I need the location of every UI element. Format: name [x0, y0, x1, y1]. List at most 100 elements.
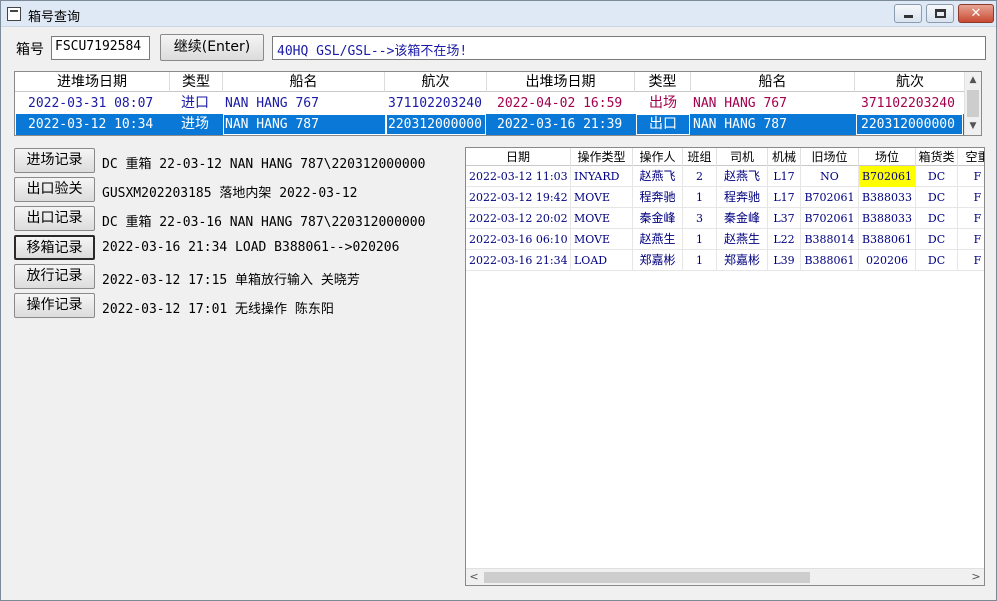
op-date: 2022-03-16 21:34 — [466, 250, 571, 271]
op-operator: 赵燕生 — [633, 229, 683, 250]
col-out-date[interactable]: 出堆场日期 — [487, 72, 635, 92]
col-cargo-class[interactable]: 箱货类 — [916, 148, 958, 166]
scroll-down-icon[interactable]: ▼ — [965, 118, 981, 134]
operation-record-text: 2022-03-12 17:01 无线操作 陈东阳 — [102, 302, 334, 317]
col-op-type[interactable]: 操作类型 — [571, 148, 633, 166]
op-machine: L17 — [768, 166, 801, 187]
col-empty-full[interactable]: 空重 — [958, 148, 984, 166]
title-bar[interactable]: 箱号查询 ✕ — [1, 1, 996, 27]
scroll-up-icon[interactable]: ▲ — [965, 72, 981, 88]
col-out-type[interactable]: 类型 — [635, 72, 691, 92]
export-customs-button[interactable]: 出口验关 — [14, 177, 95, 202]
scroll-thumb[interactable] — [484, 572, 810, 583]
in-type: 进场 — [181, 116, 209, 132]
col-in-voyage[interactable]: 航次 — [385, 72, 487, 92]
in-voyage: 371102203240 — [388, 96, 482, 111]
continue-button[interactable]: 继续(Enter) — [160, 34, 264, 61]
horizontal-scrollbar[interactable]: < > — [466, 568, 984, 585]
yard-history-header: 进堆场日期 类型 船名 航次 出堆场日期 类型 船名 航次 — [15, 72, 965, 92]
op-machine: L17 — [768, 187, 801, 208]
op-team: 1 — [683, 187, 717, 208]
out-type: 出场 — [649, 95, 677, 111]
close-icon: ✕ — [970, 6, 982, 21]
yard-history-row-selected[interactable]: 2022-03-12 10:34 进场 NAN HANG 787 2203120… — [16, 114, 964, 135]
col-in-type[interactable]: 类型 — [170, 72, 223, 92]
op-cargo-class: DC — [916, 166, 958, 187]
op-empty-full: F — [958, 250, 984, 271]
col-driver[interactable]: 司机 — [717, 148, 768, 166]
col-operator[interactable]: 操作人 — [633, 148, 683, 166]
op-date: 2022-03-12 11:03 — [466, 166, 571, 187]
op-type: INYARD — [571, 166, 633, 187]
move-record-button[interactable]: 移箱记录 — [14, 235, 95, 260]
scroll-left-icon[interactable]: < — [466, 569, 482, 585]
op-driver: 赵燕飞 — [717, 166, 768, 187]
op-type: MOVE — [571, 187, 633, 208]
op-driver: 郑嘉彬 — [717, 250, 768, 271]
op-old-slot: B388061 — [801, 250, 859, 271]
operation-row[interactable]: 2022-03-12 19:42 MOVE 程奔驰 1 程奔驰 L17 B702… — [466, 187, 984, 208]
op-team: 1 — [683, 250, 717, 271]
col-out-vessel[interactable]: 船名 — [691, 72, 855, 92]
op-old-slot: B702061 — [801, 208, 859, 229]
operation-row[interactable]: 2022-03-16 06:10 MOVE 赵燕生 1 赵燕生 L22 B388… — [466, 229, 984, 250]
col-in-vessel[interactable]: 船名 — [223, 72, 385, 92]
op-team: 1 — [683, 229, 717, 250]
col-in-date[interactable]: 进堆场日期 — [15, 72, 170, 92]
op-machine: L22 — [768, 229, 801, 250]
operation-row[interactable]: 2022-03-12 20:02 MOVE 秦金峰 3 秦金峰 L37 B702… — [466, 208, 984, 229]
op-operator: 赵燕飞 — [633, 166, 683, 187]
minimize-button[interactable] — [894, 4, 922, 23]
op-operator: 程奔驰 — [633, 187, 683, 208]
col-date[interactable]: 日期 — [466, 148, 571, 166]
operation-row[interactable]: 2022-03-12 11:03 INYARD 赵燕飞 2 赵燕飞 L17 NO… — [466, 166, 984, 187]
op-driver: 赵燕生 — [717, 229, 768, 250]
op-empty-full: F — [958, 208, 984, 229]
op-slot: B388033 — [859, 208, 916, 229]
export-record-text: DC 重箱 22-03-16 NAN HANG 787\220312000000 — [102, 215, 426, 230]
op-date: 2022-03-12 19:42 — [466, 187, 571, 208]
out-date: 2022-04-02 16:59 — [497, 96, 623, 111]
op-old-slot: B388014 — [801, 229, 859, 250]
op-cargo-class: DC — [916, 250, 958, 271]
yard-history-row[interactable]: 2022-03-31 08:07 进口 NAN HANG 767 3711022… — [16, 93, 964, 114]
in-type: 进口 — [181, 95, 209, 111]
operation-row[interactable]: 2022-03-16 21:34 LOAD 郑嘉彬 1 郑嘉彬 L39 B388… — [466, 250, 984, 271]
op-slot: B388061 — [859, 229, 916, 250]
out-voyage: 220312000000 — [856, 114, 963, 135]
op-operator: 郑嘉彬 — [633, 250, 683, 271]
scroll-thumb[interactable] — [967, 90, 979, 117]
container-number-input[interactable]: FSCU7192584 — [51, 36, 150, 60]
col-machine[interactable]: 机械 — [768, 148, 801, 166]
col-slot[interactable]: 场位 — [859, 148, 916, 166]
yard-history-list[interactable]: 进堆场日期 类型 船名 航次 出堆场日期 类型 船名 航次 2022-03-31… — [14, 71, 982, 136]
op-type: MOVE — [571, 229, 633, 250]
export-record-button[interactable]: 出口记录 — [14, 206, 95, 231]
op-cargo-class: DC — [916, 187, 958, 208]
scroll-right-icon[interactable]: > — [968, 569, 984, 585]
op-slot: 020206 — [859, 250, 916, 271]
maximize-icon — [935, 9, 946, 18]
window: 箱号查询 ✕ 箱号 FSCU7192584 继续(Enter) 40HQ GSL… — [0, 0, 997, 601]
export-customs-text: GUSXM202203185 落地内架 2022-03-12 — [102, 186, 358, 201]
entry-record-button[interactable]: 进场记录 — [14, 148, 95, 173]
op-old-slot: B702061 — [801, 187, 859, 208]
in-vessel: NAN HANG 787 — [223, 114, 386, 135]
op-cargo-class: DC — [916, 229, 958, 250]
col-old-slot[interactable]: 旧场位 — [801, 148, 859, 166]
minimize-icon — [904, 15, 913, 18]
col-team[interactable]: 班组 — [683, 148, 717, 166]
col-out-voyage[interactable]: 航次 — [855, 72, 965, 92]
operation-grid[interactable]: 日期 操作类型 操作人 班组 司机 机械 旧场位 场位 箱货类 空重 2022-… — [465, 147, 985, 586]
release-record-button[interactable]: 放行记录 — [14, 264, 95, 289]
op-machine: L37 — [768, 208, 801, 229]
op-empty-full: F — [958, 187, 984, 208]
close-button[interactable]: ✕ — [958, 4, 994, 23]
operation-record-button[interactable]: 操作记录 — [14, 293, 95, 318]
op-team: 3 — [683, 208, 717, 229]
status-message: 40HQ GSL/GSL-->该箱不在场! — [272, 36, 986, 60]
container-number-label: 箱号 — [16, 42, 44, 58]
vertical-scrollbar[interactable]: ▲ ▼ — [964, 72, 981, 135]
op-driver: 秦金峰 — [717, 208, 768, 229]
maximize-button[interactable] — [926, 4, 954, 23]
